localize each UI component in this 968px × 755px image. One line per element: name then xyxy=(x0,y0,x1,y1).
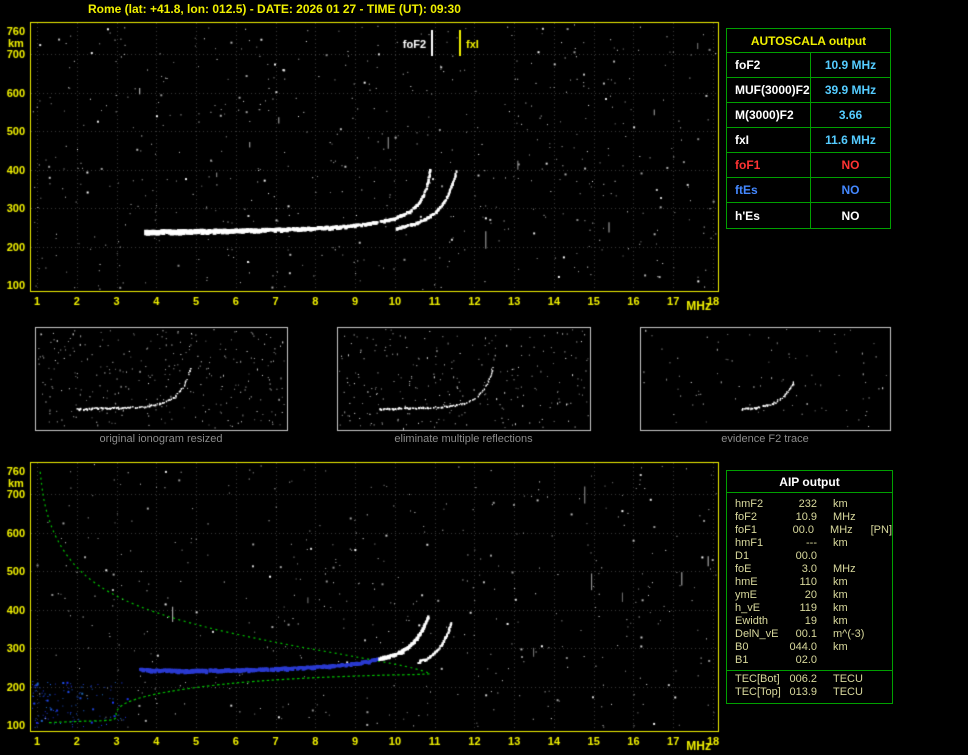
aip-row-fof2: foF2 10.9 MHz xyxy=(727,511,892,524)
parameter-value: 00.0 xyxy=(795,550,817,562)
parameter-unit xyxy=(833,550,873,563)
parameter-name: TEC[Bot] xyxy=(735,673,780,685)
thumbnail-original-ionogram xyxy=(35,327,287,430)
parameter-flag: [PN] xyxy=(870,524,893,536)
parameter-value: 044.0 xyxy=(789,641,817,653)
parameter-value: NO xyxy=(841,158,860,172)
aip-row-fof1: foF1 00.0 MHz [PN] xyxy=(727,524,892,537)
parameter-value: NO xyxy=(841,208,860,223)
thumbnail-caption-evidence: evidence F2 trace xyxy=(721,433,809,445)
parameter-unit: km xyxy=(833,576,848,588)
parameter-name: TEC[Top] xyxy=(735,686,781,698)
autoscala-row-m3000f2: M(3000)F2 3.66 xyxy=(727,103,890,128)
aip-row-yme: ymE 20 km xyxy=(727,589,892,602)
aip-row-b1: B1 02.0 xyxy=(727,654,892,667)
aip-row-delnve: DelN_vE 00.1 m^(-3) xyxy=(727,628,892,641)
parameter-value: 232 xyxy=(798,498,817,510)
parameter-unit: km xyxy=(833,602,848,614)
aip-row-tectop: TEC[Top] 013.9 TECU xyxy=(727,686,892,699)
autoscala-row-hes: h'Es NO xyxy=(727,203,890,228)
parameter-unit xyxy=(833,654,873,667)
parameter-name: B1 xyxy=(735,654,749,666)
main-ionogram-plot xyxy=(30,22,719,292)
aip-table-header: AIP output xyxy=(727,471,892,493)
aip-row-b0: B0 044.0 km xyxy=(727,641,892,654)
autoscala-row-fof2: foF2 10.9 MHz xyxy=(727,53,890,78)
aip-output-table: AIP output hmF2 232 km foF2 10.9 MHz foF1 00.0 M… xyxy=(726,470,893,704)
parameter-value: 20 xyxy=(804,589,817,601)
station-title: Rome (lat: +41.8, lon: 012.5) - DATE: 20… xyxy=(88,2,461,16)
parameter-unit: km xyxy=(833,615,848,627)
aip-row-foe: foE 3.0 MHz xyxy=(727,563,892,576)
parameter-name: hmF2 xyxy=(735,498,764,510)
parameter-unit: km xyxy=(833,641,848,653)
parameter-name: DelN_vE xyxy=(735,628,779,640)
parameter-name: foE xyxy=(735,563,752,575)
parameter-name: foF2 xyxy=(735,511,758,523)
autoscala-row-fxi: fxI 11.6 MHz xyxy=(727,128,890,153)
aip-tec-divider xyxy=(727,670,892,671)
parameter-name: ymE xyxy=(735,589,757,601)
parameter-name: h_vE xyxy=(735,602,761,614)
parameter-name: hmF1 xyxy=(735,537,764,549)
autoscala-table-body: foF2 10.9 MHz MUF(3000)F2 39.9 MHz M(3000)F2… xyxy=(727,53,890,228)
parameter-value: 110 xyxy=(799,576,817,588)
profile-ionogram-plot xyxy=(30,462,719,732)
parameter-label: foF1 xyxy=(727,153,811,177)
parameter-value: 00.0 xyxy=(792,524,815,536)
parameter-value: 013.9 xyxy=(789,686,817,698)
parameter-label: h'Es xyxy=(727,203,811,228)
thumbnail-caption-eliminate: eliminate multiple reflections xyxy=(394,433,533,445)
autoscala-row-muf3000f2: MUF(3000)F2 39.9 MHz xyxy=(727,78,890,103)
parameter-value: 006.2 xyxy=(789,673,817,685)
aip-row-hmf1: hmF1 --- km xyxy=(727,537,892,550)
aip-table-body: hmF2 232 km foF2 10.9 MHz foF1 00.0 MHz [PN] hmF1 -… xyxy=(727,493,892,703)
thumbnail-caption-original: original ionogram resized xyxy=(99,433,223,445)
aip-row-ewidth: Ewidth 19 km xyxy=(727,615,892,628)
parameter-unit: TECU xyxy=(833,673,863,685)
parameter-name: B0 xyxy=(735,641,749,653)
parameter-label: ftEs xyxy=(727,178,811,202)
parameter-name: Ewidth xyxy=(735,615,769,627)
parameter-unit: MHz xyxy=(833,563,856,575)
autoscala-row-ftes: ftEs NO xyxy=(727,178,890,203)
parameter-value: 3.66 xyxy=(838,108,863,122)
parameter-unit: MHz xyxy=(830,524,853,536)
aip-row-hmf2: hmF2 232 km xyxy=(727,498,892,511)
parameter-value: 39.9 MHz xyxy=(824,83,877,97)
parameter-value: 02.0 xyxy=(795,654,817,666)
parameter-value: 119 xyxy=(799,602,817,614)
parameter-value: NO xyxy=(841,183,860,197)
aip-row-hve: h_vE 119 km xyxy=(727,602,892,615)
aip-row-tecbot: TEC[Bot] 006.2 TECU xyxy=(727,673,892,686)
parameter-unit: TECU xyxy=(833,686,863,698)
parameter-unit: km xyxy=(833,589,848,601)
parameter-name: foF1 xyxy=(735,524,758,536)
parameter-name: D1 xyxy=(735,550,750,562)
parameter-value: 3.0 xyxy=(801,563,817,575)
parameter-value: 00.1 xyxy=(795,628,817,640)
autoscala-row-fof1: foF1 NO xyxy=(727,153,890,178)
parameter-value: 11.6 MHz xyxy=(825,133,876,147)
autoscala-table-header: AUTOSCALA output xyxy=(727,29,890,53)
parameter-label: MUF(3000)F2 xyxy=(727,78,811,102)
parameter-unit: m^(-3) xyxy=(833,628,865,640)
parameter-value: 10.9 MHz xyxy=(824,58,877,72)
aip-row-d1: D1 00.0 xyxy=(727,550,892,563)
parameter-value: --- xyxy=(806,537,817,549)
parameter-label: fxI xyxy=(727,128,811,152)
parameter-unit: km xyxy=(833,537,848,549)
parameter-unit: MHz xyxy=(833,511,856,523)
parameter-label: M(3000)F2 xyxy=(727,103,811,127)
thumbnail-eliminate-reflections xyxy=(337,327,590,430)
thumbnail-evidence-f2-trace xyxy=(640,327,890,430)
parameter-unit: km xyxy=(833,498,848,510)
parameter-value: 10.9 xyxy=(795,511,817,523)
parameter-value: 19 xyxy=(804,615,817,627)
parameter-label: foF2 xyxy=(727,53,811,77)
parameter-name: hmE xyxy=(735,576,758,588)
aip-row-hme: hmE 110 km xyxy=(727,576,892,589)
autoscala-output-table: AUTOSCALA output foF2 10.9 MHz MUF(3000)F2… xyxy=(726,28,891,229)
